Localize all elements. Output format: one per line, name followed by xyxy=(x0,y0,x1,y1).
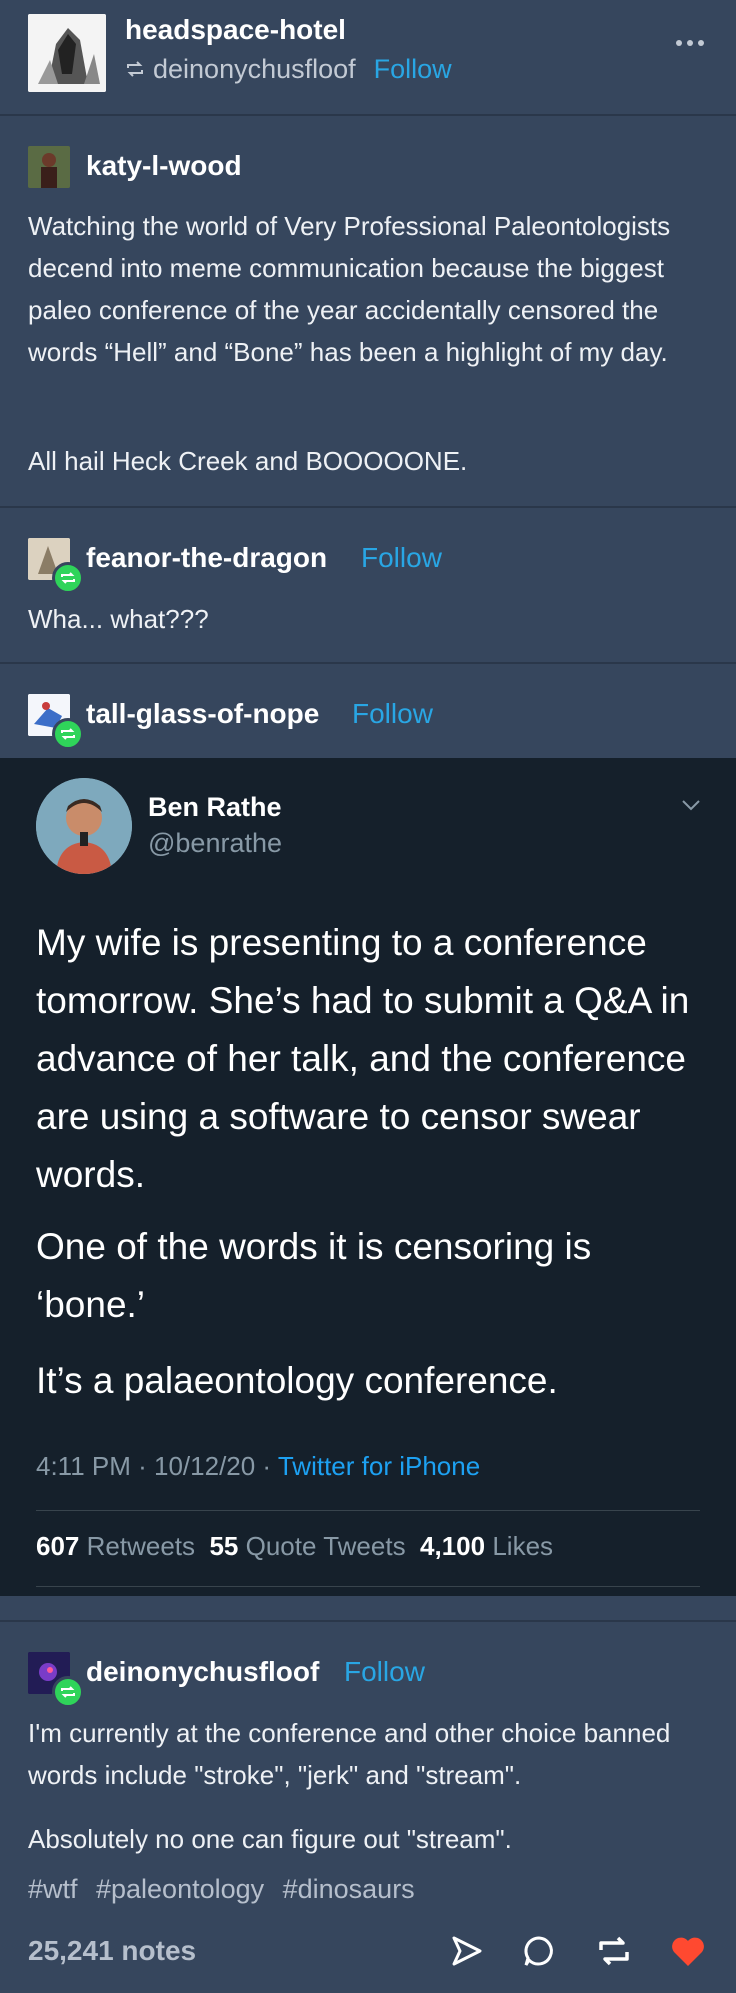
quotes-count: 55 xyxy=(209,1531,239,1561)
reblog-source: deinonychusfloof Follow xyxy=(125,54,452,85)
follow-button[interactable]: Follow xyxy=(374,54,452,85)
blog-avatar[interactable] xyxy=(28,14,106,92)
retweets-count: 607 xyxy=(36,1531,80,1561)
tweet-source: Twitter for iPhone xyxy=(277,1451,481,1481)
tweet-stats: 607 Retweets 55 Quote Tweets 4,100 Likes xyxy=(36,1531,553,1562)
retweets-label: Retweets xyxy=(86,1531,196,1561)
reblog-badge-icon xyxy=(52,718,84,750)
reblog-icon xyxy=(125,54,145,85)
tag-link[interactable]: #paleontology xyxy=(96,1874,264,1904)
post4-para2: Absolutely no one can figure out "stream… xyxy=(28,1824,512,1854)
post1-para2: All hail Heck Creek and BOOOOONE. xyxy=(28,446,468,476)
post2-text: Wha... what??? xyxy=(28,604,209,634)
reblog-badge-icon xyxy=(52,562,84,594)
post3-follow-button[interactable]: Follow xyxy=(352,698,433,730)
post4-para1: I'm currently at the conference and othe… xyxy=(28,1718,671,1790)
like-heart-icon[interactable] xyxy=(670,1934,706,1973)
tweet-avatar xyxy=(36,778,132,874)
likes-label: Likes xyxy=(492,1531,554,1561)
share-icon[interactable] xyxy=(450,1934,484,1973)
post1-para1: Watching the world of Very Professional … xyxy=(28,211,671,367)
tweet-display-name: Ben Rathe xyxy=(148,792,282,822)
blog-name[interactable]: headspace-hotel xyxy=(125,14,346,46)
tweet-time: 4:11 PM · 10/12/20 · xyxy=(36,1451,278,1481)
tweet-screenshot: Ben Rathe @benrathe My wife is presentin… xyxy=(0,758,736,1596)
reblog-badge-icon xyxy=(52,1676,84,1708)
more-options-icon[interactable] xyxy=(676,40,704,46)
post4-username[interactable]: deinonychusfloof xyxy=(86,1656,319,1688)
chevron-down-icon xyxy=(680,798,702,817)
tweet-para2: One of the words it is censoring is ‘bon… xyxy=(36,1226,592,1325)
tag-link[interactable]: #wtf xyxy=(28,1874,78,1904)
post2-follow-button[interactable]: Follow xyxy=(361,542,442,574)
tweet-para1: My wife is presenting to a conference to… xyxy=(36,922,690,1195)
post1-username[interactable]: katy-l-wood xyxy=(86,150,242,182)
reblog-icon[interactable] xyxy=(596,1934,632,1973)
post2-username[interactable]: feanor-the-dragon xyxy=(86,542,327,574)
katy-avatar[interactable] xyxy=(28,146,70,188)
tag-list: #wtf #paleontology #dinosaurs xyxy=(28,1874,429,1905)
reply-icon[interactable] xyxy=(522,1934,556,1973)
likes-count: 4,100 xyxy=(420,1531,486,1561)
tag-link[interactable]: #dinosaurs xyxy=(283,1874,415,1904)
quotes-label: Quote Tweets xyxy=(245,1531,406,1561)
reblogged-from-name[interactable]: deinonychusfloof xyxy=(153,54,356,85)
tweet-handle: @benrathe xyxy=(148,828,282,858)
notes-count[interactable]: 25,241 notes xyxy=(28,1935,196,1967)
post3-username[interactable]: tall-glass-of-nope xyxy=(86,698,319,730)
tweet-timestamp: 4:11 PM · 10/12/20 · Twitter for iPhone xyxy=(36,1451,480,1482)
tweet-para3: It’s a palaeontology conference. xyxy=(36,1360,558,1401)
post4-follow-button[interactable]: Follow xyxy=(344,1656,425,1688)
